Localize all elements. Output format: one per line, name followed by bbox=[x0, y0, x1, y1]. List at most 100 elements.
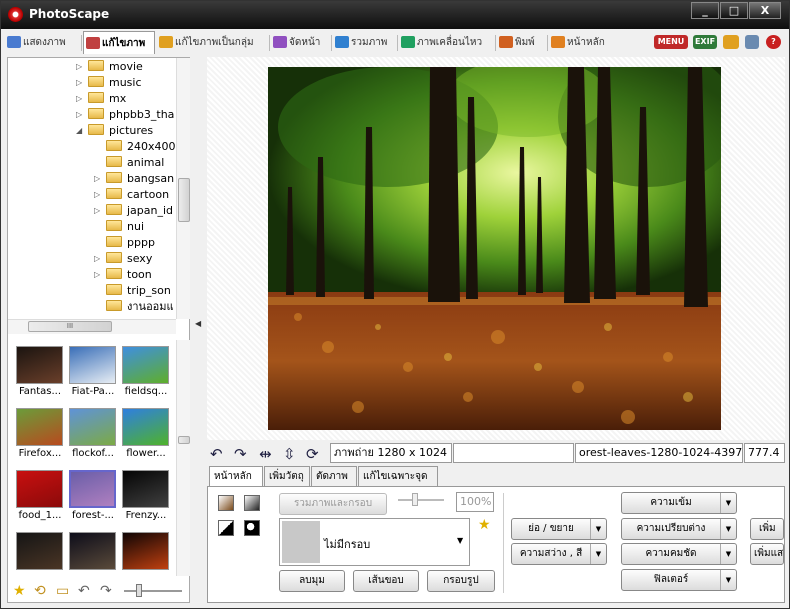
backlight-icon[interactable] bbox=[218, 520, 234, 536]
add-light-button[interactable]: เพิ่มแส bbox=[750, 543, 784, 565]
expand-arrow-icon[interactable]: ▷ bbox=[94, 251, 100, 267]
thumbnail-item[interactable]: Fantas... bbox=[14, 342, 66, 404]
tree-folder-10[interactable]: nui bbox=[106, 219, 144, 235]
frame-opacity-slider[interactable] bbox=[398, 493, 444, 506]
tree-vertical-scrollbar[interactable] bbox=[176, 58, 191, 319]
subtab-home[interactable]: หน้าหลัก bbox=[209, 466, 263, 487]
frame-opacity-slider-handle[interactable] bbox=[412, 493, 418, 506]
bright-color-button[interactable]: ความสว่าง , สี ▼ bbox=[511, 543, 607, 565]
thumbnail-item[interactable]: flockof... bbox=[67, 404, 119, 466]
tab-home[interactable]: หน้าหลัก bbox=[549, 31, 615, 54]
tree-folder-11[interactable]: pppp bbox=[106, 235, 155, 251]
thumbnail-size-slider-handle[interactable] bbox=[136, 584, 142, 597]
tree-folder-15[interactable]: งานออมแ bbox=[106, 299, 174, 315]
rotate-left-icon[interactable]: ↶ bbox=[210, 445, 223, 463]
frame-line-button[interactable]: กรอบรูป bbox=[427, 570, 495, 592]
expand-arrow-icon[interactable]: ▷ bbox=[94, 203, 100, 219]
margin-button[interactable]: เส้นขอบ bbox=[353, 570, 419, 592]
frame-favorite-star-icon[interactable]: ★ bbox=[478, 517, 491, 533]
flip-horizontal-icon[interactable]: ⇹ bbox=[259, 445, 272, 463]
tree-folder-5[interactable]: 240x400 bbox=[106, 139, 176, 155]
thumbnail-item[interactable]: forest-... bbox=[67, 466, 119, 528]
exif-button[interactable]: EXIF bbox=[693, 35, 717, 49]
thumbnail-item[interactable] bbox=[14, 528, 66, 574]
tree-scroll-thumb[interactable] bbox=[178, 178, 190, 222]
tree-hscroll-thumb[interactable]: III bbox=[28, 321, 112, 332]
thumbnail-item[interactable] bbox=[67, 528, 119, 574]
expand-arrow-icon[interactable]: ▷ bbox=[94, 171, 100, 187]
bright-dropdown-icon[interactable]: ▼ bbox=[590, 544, 606, 564]
thumbnail-item[interactable]: Fiat-Pa... bbox=[67, 342, 119, 404]
tree-folder-1[interactable]: ▷ music bbox=[76, 75, 142, 91]
film-effect-icon[interactable] bbox=[244, 520, 260, 536]
filter-dropdown-icon[interactable]: ▼ bbox=[720, 570, 736, 590]
contrast-button[interactable]: ความเปรียบต่าง ▼ bbox=[621, 518, 737, 540]
pane-splitter[interactable]: ◀ bbox=[190, 57, 206, 603]
tree-folder-13[interactable]: ▷ toon bbox=[94, 267, 152, 283]
thumbnail-item[interactable] bbox=[120, 528, 172, 574]
tree-folder-2[interactable]: ▷ mx bbox=[76, 91, 126, 107]
tab-animated-gif[interactable]: ภาพเคลื่อนไหว bbox=[399, 31, 493, 54]
expand-arrow-icon[interactable]: ▷ bbox=[94, 267, 100, 283]
favorite-star-icon[interactable]: ★ bbox=[13, 583, 26, 599]
tab-print[interactable]: พิมพ์ bbox=[497, 31, 545, 54]
refresh-icon[interactable]: ⟲ bbox=[34, 583, 46, 599]
subtab-object[interactable]: เพิ่มวัตถุ bbox=[264, 466, 310, 486]
subtab-crop[interactable]: ตัดภาพ bbox=[311, 466, 357, 486]
sharpen-dropdown-icon[interactable]: ▼ bbox=[720, 544, 736, 564]
subtab-tools[interactable]: แก้ไขเฉพาะจุด bbox=[358, 466, 438, 486]
contrast-dropdown-icon[interactable]: ▼ bbox=[720, 519, 736, 539]
thumbnail-item[interactable]: Frenzy... bbox=[120, 466, 172, 528]
rotate-right-icon[interactable]: ↷ bbox=[234, 445, 247, 463]
saturation-dropdown-icon[interactable]: ▼ bbox=[720, 493, 736, 513]
round-corner-button[interactable]: ลบมุม bbox=[279, 570, 345, 592]
tree-horizontal-scrollbar[interactable]: III bbox=[8, 319, 176, 334]
flip-vertical-icon[interactable]: ⇳ bbox=[283, 445, 296, 463]
sharpen-button[interactable]: ความคมชัด ▼ bbox=[621, 543, 737, 565]
thumbnail-scroll-thumb[interactable] bbox=[178, 436, 190, 444]
tree-folder-12[interactable]: ▷ sexy bbox=[94, 251, 152, 267]
redo-icon[interactable]: ↷ bbox=[100, 583, 112, 599]
tree-folder-8[interactable]: ▷ cartoon bbox=[94, 187, 169, 203]
frame-percent-field[interactable]: 100% bbox=[456, 492, 494, 512]
expand-arrow-icon[interactable]: ▷ bbox=[76, 59, 82, 75]
undo-icon[interactable]: ↶ bbox=[78, 583, 90, 599]
add-effect-button[interactable]: เพิ่ม bbox=[750, 518, 784, 540]
auto-contrast-icon[interactable] bbox=[244, 495, 260, 511]
tab-batch-editor[interactable]: แก้ไขภาพเป็นกลุ่ม bbox=[157, 31, 267, 54]
thumbnail-item[interactable]: fieldsq... bbox=[120, 342, 172, 404]
image-viewer[interactable] bbox=[207, 57, 785, 440]
collapse-arrow-icon[interactable]: ◀ bbox=[195, 319, 201, 328]
resize-button[interactable]: ย่อ / ขยาย ▼ bbox=[511, 518, 607, 540]
minimize-button[interactable]: _ bbox=[691, 2, 719, 19]
thumbnail-size-slider[interactable] bbox=[124, 584, 182, 597]
resize-dropdown-icon[interactable]: ▼ bbox=[590, 519, 606, 539]
tab-editor[interactable]: แก้ไขภาพ bbox=[83, 31, 155, 54]
window-icon[interactable] bbox=[745, 35, 759, 49]
merge-frame-button[interactable]: รวมภาพและกรอบ bbox=[279, 493, 387, 515]
rotate-free-icon[interactable]: ⟳ bbox=[306, 445, 319, 463]
slideshow-icon[interactable] bbox=[723, 35, 739, 49]
expand-arrow-icon[interactable]: ▷ bbox=[76, 107, 82, 123]
tab-combine[interactable]: รวมภาพ bbox=[333, 31, 395, 54]
thumbnail-item[interactable]: food_1... bbox=[14, 466, 66, 528]
expand-arrow-icon[interactable]: ▷ bbox=[76, 75, 82, 91]
tree-folder-9[interactable]: ▷ japan_id bbox=[94, 203, 173, 219]
tree-folder-6[interactable]: animal bbox=[106, 155, 164, 171]
tree-folder-0[interactable]: ▷ movie bbox=[76, 59, 143, 75]
tab-page[interactable]: จัดหน้า bbox=[271, 31, 329, 54]
thumbnail-item[interactable]: Firefox... bbox=[14, 404, 66, 466]
expand-arrow-icon[interactable]: ◢ bbox=[76, 123, 82, 139]
filter-button[interactable]: ฟิลเตอร์ ▼ bbox=[621, 569, 737, 591]
tree-folder-14[interactable]: trip_son bbox=[106, 283, 171, 299]
frame-select[interactable]: ไม่มีกรอบ ▼ bbox=[279, 518, 470, 566]
saturation-button[interactable]: ความเข้ม ▼ bbox=[621, 492, 737, 514]
expand-arrow-icon[interactable]: ▷ bbox=[76, 91, 82, 107]
close-button[interactable]: X bbox=[749, 2, 781, 19]
tree-folder-7[interactable]: ▷ bangsan bbox=[94, 171, 174, 187]
thumbnail-scrollbar[interactable] bbox=[176, 340, 191, 576]
thumbnail-item[interactable]: flower... bbox=[120, 404, 172, 466]
maximize-button[interactable]: □ bbox=[720, 2, 748, 19]
tree-folder-4[interactable]: ◢ pictures bbox=[76, 123, 153, 139]
auto-level-icon[interactable] bbox=[218, 495, 234, 511]
